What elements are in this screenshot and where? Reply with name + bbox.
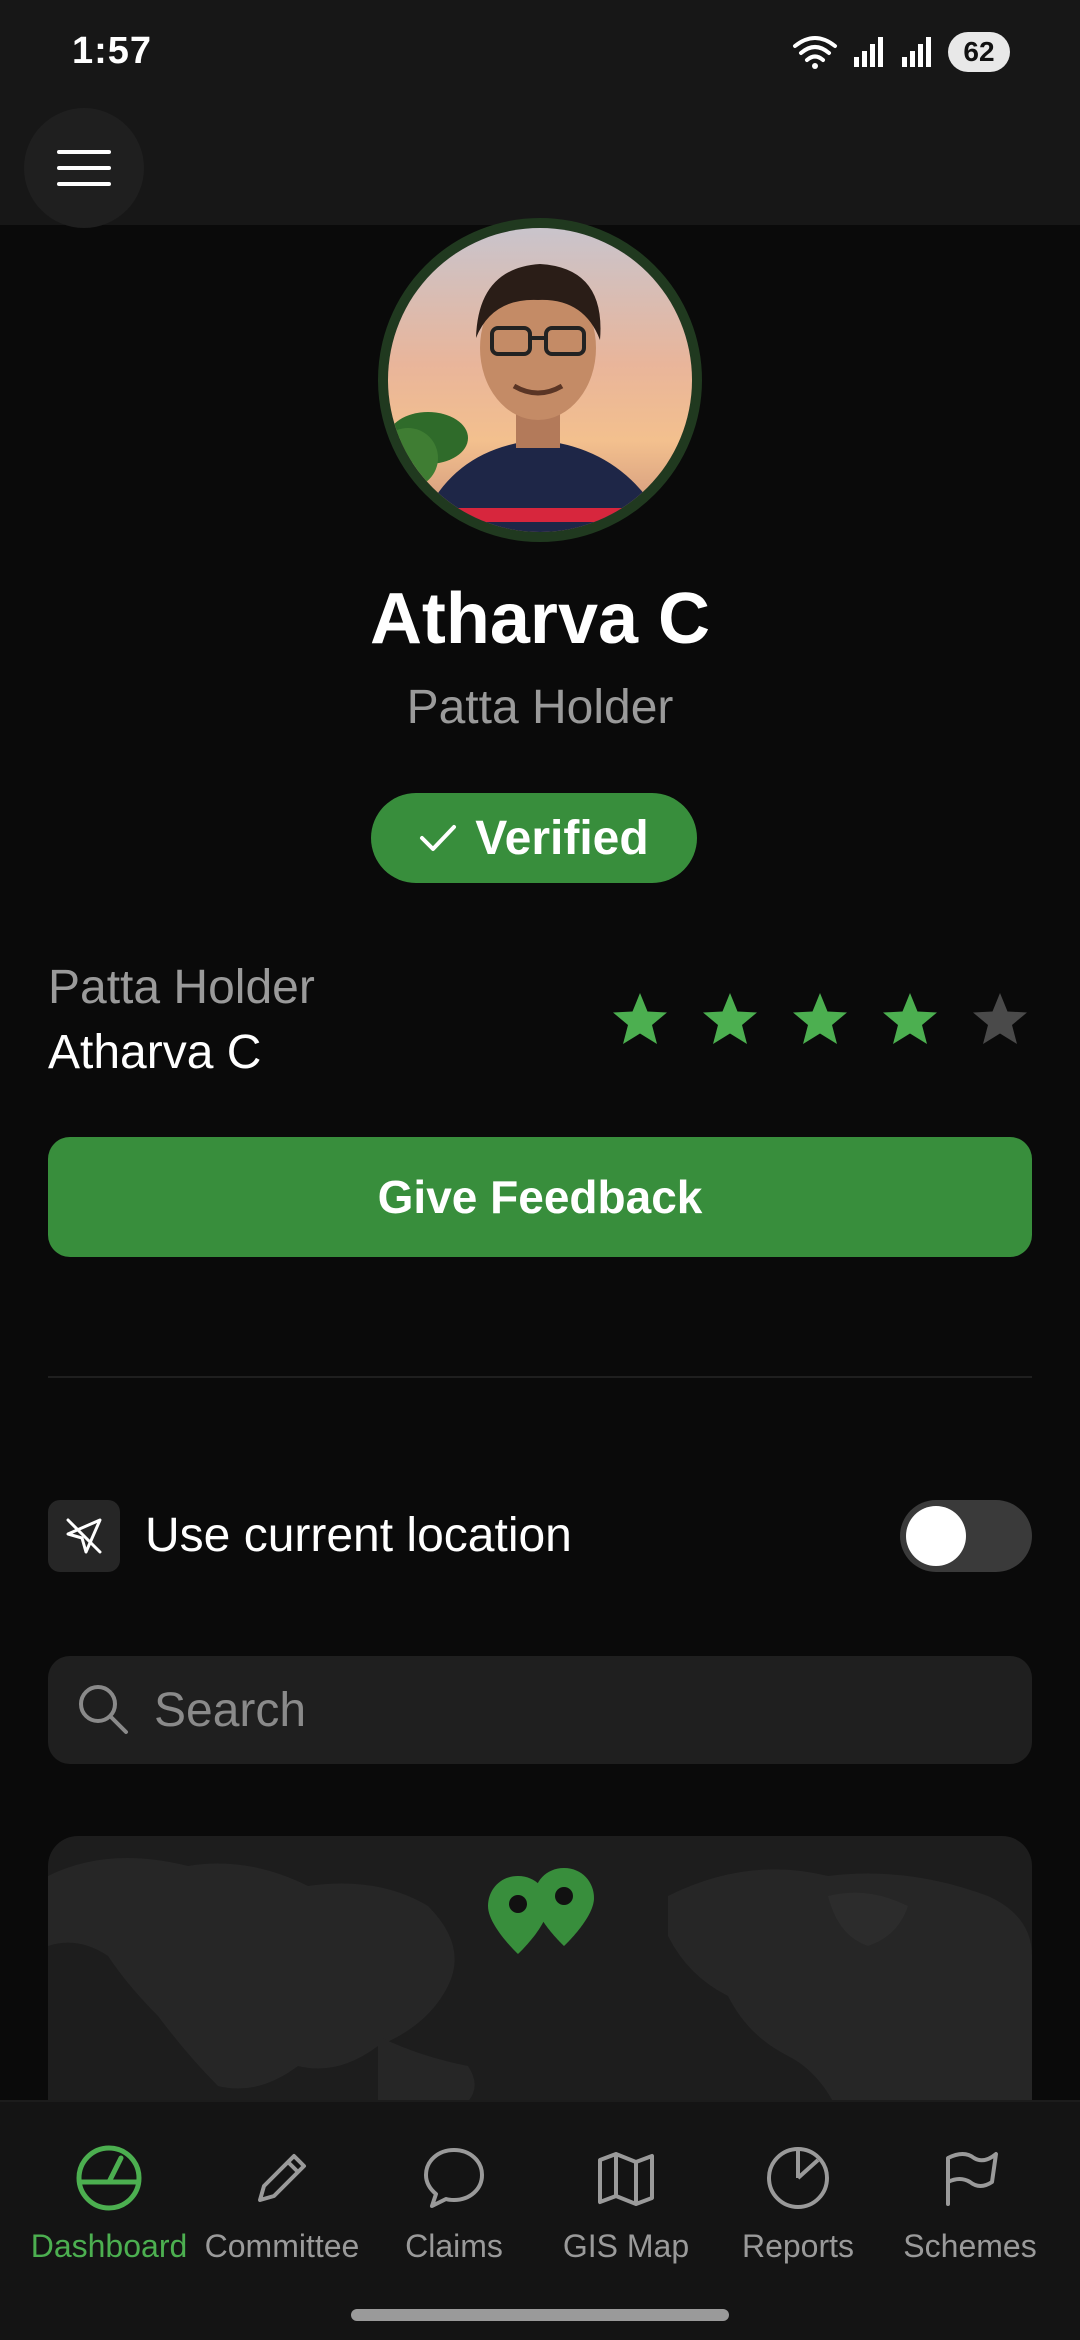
profile-photo [388, 228, 692, 532]
avatar[interactable] [378, 218, 702, 542]
current-location-toggle[interactable] [900, 1500, 1032, 1572]
nav-gis-map[interactable]: GIS Map [540, 2142, 712, 2282]
map-icon [598, 2152, 654, 2206]
hamburger-menu-icon [57, 150, 111, 186]
holder-name: Atharva C [48, 1026, 262, 1079]
nav-label: Dashboard [30, 2228, 188, 2264]
current-location-row: Use current location [48, 1500, 1032, 1572]
divider [48, 1376, 1032, 1378]
holder-title: Patta Holder [48, 961, 315, 1014]
nav-schemes[interactable]: Schemes [884, 2142, 1056, 2282]
map-card[interactable] [48, 1836, 1032, 2136]
nav-label: Claims [405, 2228, 503, 2264]
profile-role: Patta Holder [406, 681, 674, 734]
dashboard-gauge-icon [76, 2145, 142, 2211]
nav-label: Committee [204, 2228, 360, 2264]
map-pin-icon-2 [534, 1868, 594, 1946]
star-filled-icon[interactable] [880, 990, 940, 1050]
search-bar[interactable] [48, 1656, 1032, 1764]
wifi-icon [793, 36, 837, 69]
current-location-label: Use current location [145, 1509, 572, 1562]
signal-icon [854, 37, 883, 67]
give-feedback-label: Give Feedback [377, 1171, 703, 1223]
star-empty-icon[interactable] [970, 990, 1030, 1050]
nav-reports[interactable]: Reports [712, 2142, 884, 2282]
nav-label: Reports [741, 2228, 855, 2264]
home-indicator[interactable] [351, 2309, 729, 2321]
verified-badge: Verified [371, 793, 697, 883]
status-icons: 62 [792, 30, 1010, 74]
star-filled-icon[interactable] [700, 990, 760, 1050]
location-off-icon [48, 1500, 120, 1572]
star-filled-icon[interactable] [610, 990, 670, 1050]
status-time: 1:57 [72, 30, 153, 72]
nav-committee[interactable]: Committee [196, 2142, 368, 2282]
bottom-nav: Dashboard Committee Claims GIS Map Repor… [0, 2100, 1080, 2340]
pie-chart-icon [767, 2147, 829, 2209]
nav-dashboard[interactable]: Dashboard [23, 2142, 195, 2282]
status-bar: 1:57 62 [0, 0, 1080, 100]
give-feedback-button[interactable]: Give Feedback [48, 1137, 1032, 1257]
search-icon [79, 1685, 128, 1734]
nav-claims[interactable]: Claims [368, 2142, 540, 2282]
search-input[interactable] [154, 1656, 994, 1764]
nav-label: Schemes [903, 2228, 1037, 2264]
holder-info: Patta Holder Atharva C [48, 960, 315, 1080]
star-filled-icon[interactable] [790, 990, 850, 1050]
star-rating[interactable] [610, 990, 1030, 1050]
battery-indicator: 62 [948, 32, 1010, 72]
verified-label: Verified [475, 811, 649, 865]
app-bar [0, 100, 1080, 228]
pencil-icon [258, 2154, 306, 2202]
check-icon [420, 825, 457, 851]
signal-icon-2 [902, 37, 931, 67]
nav-label: GIS Map [562, 2228, 690, 2264]
toggle-knob [906, 1506, 966, 1566]
menu-button[interactable] [24, 108, 144, 228]
flag-icon [946, 2152, 998, 2206]
profile-name: Atharva C [369, 579, 711, 659]
chat-bubble-icon [424, 2148, 484, 2208]
